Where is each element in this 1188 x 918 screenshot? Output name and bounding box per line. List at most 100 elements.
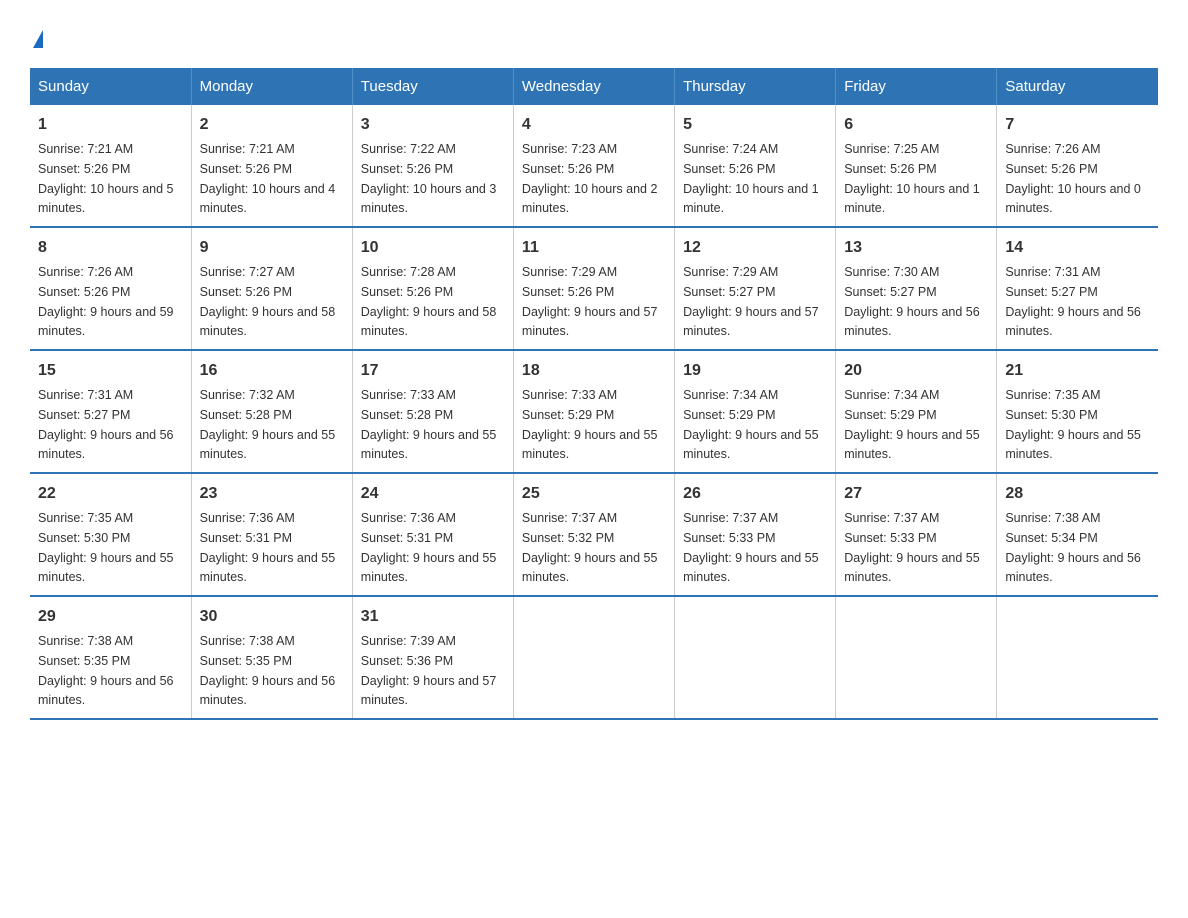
day-number: 19 <box>683 359 827 383</box>
calendar-cell: 11 Sunrise: 7:29 AMSunset: 5:26 PMDaylig… <box>513 227 674 350</box>
header-tuesday: Tuesday <box>352 68 513 105</box>
calendar-cell: 13 Sunrise: 7:30 AMSunset: 5:27 PMDaylig… <box>836 227 997 350</box>
day-number: 10 <box>361 236 505 260</box>
day-number: 17 <box>361 359 505 383</box>
calendar-cell <box>675 596 836 719</box>
day-number: 27 <box>844 482 988 506</box>
calendar-cell: 10 Sunrise: 7:28 AMSunset: 5:26 PMDaylig… <box>352 227 513 350</box>
day-info: Sunrise: 7:38 AMSunset: 5:35 PMDaylight:… <box>200 634 336 707</box>
day-info: Sunrise: 7:29 AMSunset: 5:27 PMDaylight:… <box>683 265 819 338</box>
day-number: 1 <box>38 113 183 137</box>
header-wednesday: Wednesday <box>513 68 674 105</box>
day-number: 9 <box>200 236 344 260</box>
day-info: Sunrise: 7:21 AMSunset: 5:26 PMDaylight:… <box>38 142 174 215</box>
calendar-cell: 4 Sunrise: 7:23 AMSunset: 5:26 PMDayligh… <box>513 105 674 227</box>
day-number: 22 <box>38 482 183 506</box>
day-info: Sunrise: 7:28 AMSunset: 5:26 PMDaylight:… <box>361 265 497 338</box>
day-info: Sunrise: 7:21 AMSunset: 5:26 PMDaylight:… <box>200 142 336 215</box>
day-info: Sunrise: 7:34 AMSunset: 5:29 PMDaylight:… <box>683 388 819 461</box>
calendar-cell: 22 Sunrise: 7:35 AMSunset: 5:30 PMDaylig… <box>30 473 191 596</box>
logo <box>30 20 43 48</box>
calendar-cell <box>513 596 674 719</box>
calendar-cell: 26 Sunrise: 7:37 AMSunset: 5:33 PMDaylig… <box>675 473 836 596</box>
header-friday: Friday <box>836 68 997 105</box>
logo-triangle-icon <box>33 30 43 48</box>
calendar-cell: 18 Sunrise: 7:33 AMSunset: 5:29 PMDaylig… <box>513 350 674 473</box>
day-info: Sunrise: 7:23 AMSunset: 5:26 PMDaylight:… <box>522 142 658 215</box>
header-thursday: Thursday <box>675 68 836 105</box>
day-number: 12 <box>683 236 827 260</box>
calendar-cell: 3 Sunrise: 7:22 AMSunset: 5:26 PMDayligh… <box>352 105 513 227</box>
day-info: Sunrise: 7:27 AMSunset: 5:26 PMDaylight:… <box>200 265 336 338</box>
day-info: Sunrise: 7:35 AMSunset: 5:30 PMDaylight:… <box>1005 388 1141 461</box>
day-info: Sunrise: 7:32 AMSunset: 5:28 PMDaylight:… <box>200 388 336 461</box>
day-number: 6 <box>844 113 988 137</box>
calendar-cell: 15 Sunrise: 7:31 AMSunset: 5:27 PMDaylig… <box>30 350 191 473</box>
day-number: 23 <box>200 482 344 506</box>
day-number: 21 <box>1005 359 1150 383</box>
day-info: Sunrise: 7:26 AMSunset: 5:26 PMDaylight:… <box>38 265 174 338</box>
calendar-cell: 14 Sunrise: 7:31 AMSunset: 5:27 PMDaylig… <box>997 227 1158 350</box>
calendar-header-row: SundayMondayTuesdayWednesdayThursdayFrid… <box>30 68 1158 105</box>
day-number: 30 <box>200 605 344 629</box>
calendar-cell: 27 Sunrise: 7:37 AMSunset: 5:33 PMDaylig… <box>836 473 997 596</box>
day-number: 25 <box>522 482 666 506</box>
week-row-3: 15 Sunrise: 7:31 AMSunset: 5:27 PMDaylig… <box>30 350 1158 473</box>
calendar-cell: 21 Sunrise: 7:35 AMSunset: 5:30 PMDaylig… <box>997 350 1158 473</box>
calendar-cell: 16 Sunrise: 7:32 AMSunset: 5:28 PMDaylig… <box>191 350 352 473</box>
day-number: 15 <box>38 359 183 383</box>
day-info: Sunrise: 7:34 AMSunset: 5:29 PMDaylight:… <box>844 388 980 461</box>
day-info: Sunrise: 7:31 AMSunset: 5:27 PMDaylight:… <box>38 388 174 461</box>
day-info: Sunrise: 7:39 AMSunset: 5:36 PMDaylight:… <box>361 634 497 707</box>
day-number: 16 <box>200 359 344 383</box>
calendar-cell <box>997 596 1158 719</box>
calendar-cell: 5 Sunrise: 7:24 AMSunset: 5:26 PMDayligh… <box>675 105 836 227</box>
day-number: 14 <box>1005 236 1150 260</box>
day-info: Sunrise: 7:22 AMSunset: 5:26 PMDaylight:… <box>361 142 497 215</box>
day-number: 28 <box>1005 482 1150 506</box>
week-row-1: 1 Sunrise: 7:21 AMSunset: 5:26 PMDayligh… <box>30 105 1158 227</box>
day-number: 11 <box>522 236 666 260</box>
day-info: Sunrise: 7:24 AMSunset: 5:26 PMDaylight:… <box>683 142 819 215</box>
day-info: Sunrise: 7:29 AMSunset: 5:26 PMDaylight:… <box>522 265 658 338</box>
day-number: 24 <box>361 482 505 506</box>
header-monday: Monday <box>191 68 352 105</box>
calendar-cell: 29 Sunrise: 7:38 AMSunset: 5:35 PMDaylig… <box>30 596 191 719</box>
day-number: 3 <box>361 113 505 137</box>
page-header <box>30 20 1158 48</box>
day-number: 4 <box>522 113 666 137</box>
calendar-cell: 23 Sunrise: 7:36 AMSunset: 5:31 PMDaylig… <box>191 473 352 596</box>
day-info: Sunrise: 7:26 AMSunset: 5:26 PMDaylight:… <box>1005 142 1141 215</box>
logo-top-line <box>30 20 43 48</box>
day-info: Sunrise: 7:37 AMSunset: 5:32 PMDaylight:… <box>522 511 658 584</box>
day-number: 26 <box>683 482 827 506</box>
calendar-cell: 9 Sunrise: 7:27 AMSunset: 5:26 PMDayligh… <box>191 227 352 350</box>
day-info: Sunrise: 7:37 AMSunset: 5:33 PMDaylight:… <box>844 511 980 584</box>
week-row-2: 8 Sunrise: 7:26 AMSunset: 5:26 PMDayligh… <box>30 227 1158 350</box>
day-info: Sunrise: 7:35 AMSunset: 5:30 PMDaylight:… <box>38 511 174 584</box>
day-info: Sunrise: 7:36 AMSunset: 5:31 PMDaylight:… <box>361 511 497 584</box>
calendar-cell: 17 Sunrise: 7:33 AMSunset: 5:28 PMDaylig… <box>352 350 513 473</box>
calendar-cell: 31 Sunrise: 7:39 AMSunset: 5:36 PMDaylig… <box>352 596 513 719</box>
calendar-cell: 1 Sunrise: 7:21 AMSunset: 5:26 PMDayligh… <box>30 105 191 227</box>
day-info: Sunrise: 7:25 AMSunset: 5:26 PMDaylight:… <box>844 142 980 215</box>
calendar-cell: 20 Sunrise: 7:34 AMSunset: 5:29 PMDaylig… <box>836 350 997 473</box>
day-info: Sunrise: 7:33 AMSunset: 5:29 PMDaylight:… <box>522 388 658 461</box>
calendar-cell: 24 Sunrise: 7:36 AMSunset: 5:31 PMDaylig… <box>352 473 513 596</box>
day-number: 20 <box>844 359 988 383</box>
day-number: 5 <box>683 113 827 137</box>
day-info: Sunrise: 7:38 AMSunset: 5:35 PMDaylight:… <box>38 634 174 707</box>
calendar-cell: 8 Sunrise: 7:26 AMSunset: 5:26 PMDayligh… <box>30 227 191 350</box>
day-info: Sunrise: 7:36 AMSunset: 5:31 PMDaylight:… <box>200 511 336 584</box>
calendar-cell: 19 Sunrise: 7:34 AMSunset: 5:29 PMDaylig… <box>675 350 836 473</box>
day-info: Sunrise: 7:31 AMSunset: 5:27 PMDaylight:… <box>1005 265 1141 338</box>
calendar-cell: 2 Sunrise: 7:21 AMSunset: 5:26 PMDayligh… <box>191 105 352 227</box>
calendar-cell: 7 Sunrise: 7:26 AMSunset: 5:26 PMDayligh… <box>997 105 1158 227</box>
day-info: Sunrise: 7:33 AMSunset: 5:28 PMDaylight:… <box>361 388 497 461</box>
calendar-cell: 25 Sunrise: 7:37 AMSunset: 5:32 PMDaylig… <box>513 473 674 596</box>
calendar-cell: 30 Sunrise: 7:38 AMSunset: 5:35 PMDaylig… <box>191 596 352 719</box>
calendar-cell: 6 Sunrise: 7:25 AMSunset: 5:26 PMDayligh… <box>836 105 997 227</box>
day-number: 2 <box>200 113 344 137</box>
calendar-cell <box>836 596 997 719</box>
day-number: 29 <box>38 605 183 629</box>
